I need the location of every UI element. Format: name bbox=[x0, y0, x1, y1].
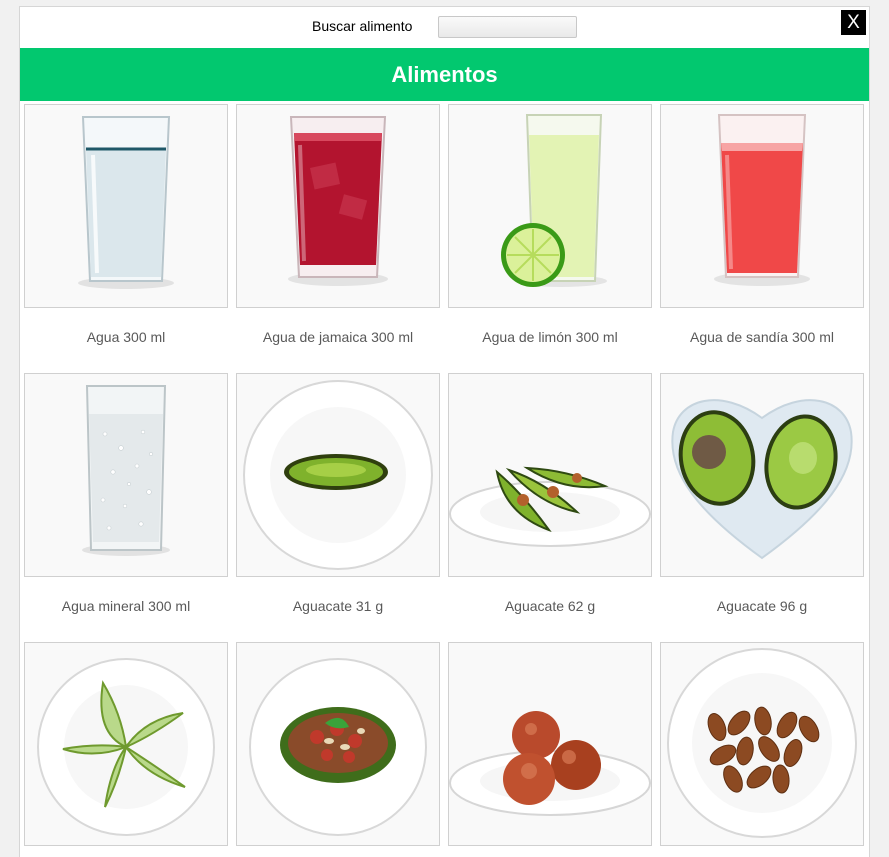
page-title: Alimentos bbox=[20, 48, 869, 101]
food-name: Agua mineral 300 ml bbox=[61, 598, 191, 614]
stuffed-avocado-plate-icon bbox=[249, 658, 427, 836]
food-card[interactable] bbox=[236, 642, 440, 857]
search-bar: Buscar alimento X bbox=[20, 7, 869, 47]
avocado-pinwheel-plate-icon bbox=[37, 658, 215, 836]
food-card[interactable]: Agua de limón 300 ml bbox=[448, 104, 652, 345]
food-name: Aguacate 62 g bbox=[504, 598, 596, 614]
watermelon-water-glass-icon bbox=[714, 114, 810, 286]
food-card[interactable] bbox=[660, 642, 864, 857]
food-name: Agua de sandía 300 ml bbox=[690, 329, 834, 345]
food-thumbnail[interactable] bbox=[24, 642, 228, 846]
food-thumbnail[interactable] bbox=[448, 642, 652, 846]
food-card[interactable]: Aguacate 31 g bbox=[236, 373, 440, 614]
food-thumbnail[interactable] bbox=[24, 104, 228, 308]
food-name: Aguacate 31 g bbox=[292, 598, 384, 614]
food-card[interactable]: Agua mineral 300 ml bbox=[24, 373, 228, 614]
avocado-wedges-plate-icon bbox=[449, 466, 651, 547]
food-thumbnail[interactable] bbox=[660, 373, 864, 577]
food-card[interactable]: Aguacate 62 g bbox=[448, 373, 652, 614]
food-card[interactable]: Aguacate 96 g bbox=[660, 373, 864, 614]
food-card[interactable]: Agua de sandía 300 ml bbox=[660, 104, 864, 345]
close-button[interactable]: X bbox=[841, 10, 866, 35]
food-card[interactable] bbox=[448, 642, 652, 857]
search-label: Buscar alimento bbox=[312, 18, 413, 34]
food-thumbnail[interactable] bbox=[236, 642, 440, 846]
avocado-halves-heart-plate-icon bbox=[671, 399, 853, 560]
food-name: Agua de limón 300 ml bbox=[482, 329, 618, 345]
water-glass-icon bbox=[78, 116, 174, 289]
almonds-plate-icon bbox=[667, 648, 857, 838]
food-thumbnail[interactable] bbox=[24, 373, 228, 577]
food-name: Agua 300 ml bbox=[86, 329, 166, 345]
meatballs-plate-icon bbox=[449, 711, 651, 816]
hibiscus-water-glass-icon bbox=[288, 116, 388, 286]
avocado-slice-plate-icon bbox=[243, 380, 433, 570]
food-name: Aguacate 96 g bbox=[716, 598, 808, 614]
sparkling-water-glass-icon bbox=[82, 385, 170, 556]
food-thumbnail[interactable] bbox=[236, 373, 440, 577]
food-picker-dialog: Buscar alimento X Alimentos Agua 300 ml bbox=[19, 6, 870, 857]
food-thumbnail[interactable] bbox=[660, 104, 864, 308]
food-card[interactable]: Agua 300 ml bbox=[24, 104, 228, 345]
food-thumbnail[interactable] bbox=[660, 642, 864, 846]
food-card[interactable] bbox=[24, 642, 228, 857]
lime-water-glass-icon bbox=[501, 114, 607, 287]
search-input[interactable] bbox=[438, 16, 577, 38]
food-card[interactable]: Agua de jamaica 300 ml bbox=[236, 104, 440, 345]
food-thumbnail[interactable] bbox=[448, 373, 652, 577]
food-thumbnail[interactable] bbox=[448, 104, 652, 308]
food-name: Agua de jamaica 300 ml bbox=[262, 329, 414, 345]
food-thumbnail[interactable] bbox=[236, 104, 440, 308]
